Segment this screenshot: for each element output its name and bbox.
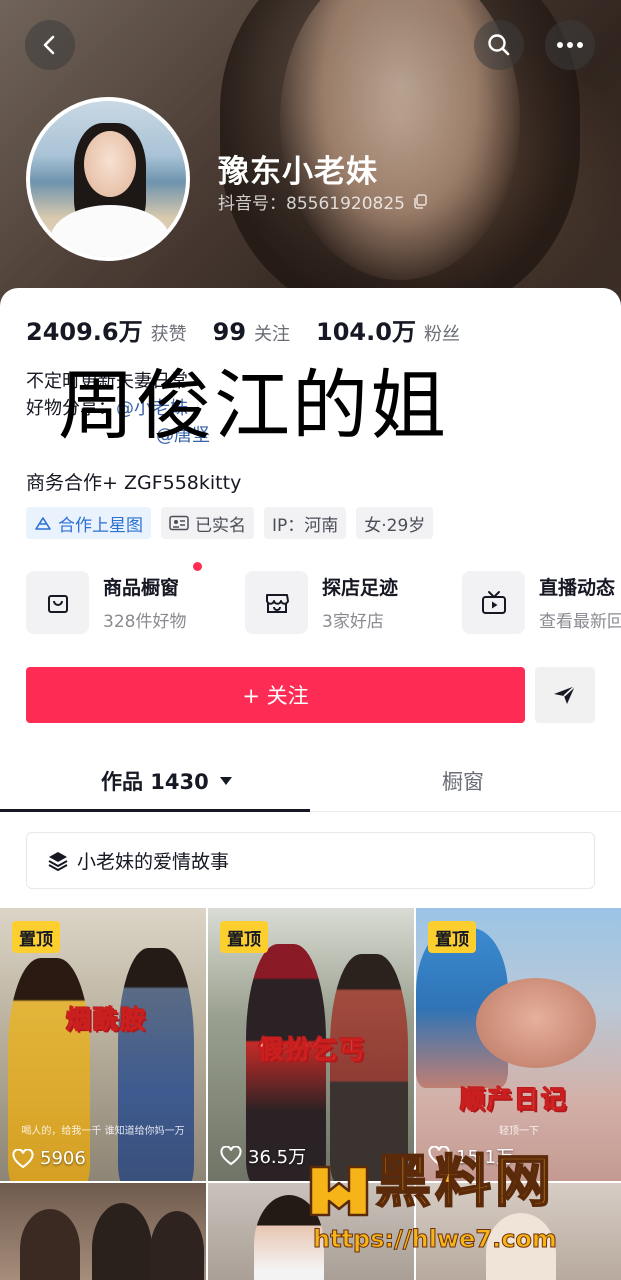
active-tab-indicator bbox=[0, 809, 310, 812]
copy-icon bbox=[414, 194, 427, 209]
username: 豫东小老妹 bbox=[218, 154, 378, 190]
video-subtitle: 轻顶一下 bbox=[499, 1126, 539, 1137]
more-button[interactable] bbox=[545, 20, 595, 70]
follow-button[interactable]: + 关注 bbox=[26, 667, 525, 723]
star-map-icon bbox=[35, 517, 51, 530]
pinned-badge: 置顶 bbox=[428, 921, 476, 953]
video-card[interactable]: 置顶 假扮乞丐 36.5万 bbox=[208, 908, 414, 1181]
video-card[interactable]: 置顶 烟酰胺 喝人的，给我一千 谁知道给你妈一万 5906 bbox=[0, 908, 206, 1181]
share-button[interactable] bbox=[535, 667, 595, 723]
service-store-visits[interactable]: 探店足迹 3家好店 bbox=[245, 571, 398, 634]
video-likes: 5906 bbox=[12, 1148, 86, 1169]
tag-gender-age: 女·29岁 bbox=[356, 507, 434, 539]
video-caption: 烟酰胺 bbox=[65, 1005, 148, 1035]
stat-likes[interactable]: 2409.6万 获赞 bbox=[26, 312, 187, 347]
watermark-url: https://hlwe7.com bbox=[313, 1225, 558, 1254]
tag-ip: IP：河南 bbox=[264, 507, 347, 539]
notification-dot bbox=[193, 562, 202, 571]
id-card-icon bbox=[169, 515, 189, 531]
video-caption: 顺产日记 bbox=[459, 1085, 569, 1115]
heart-icon bbox=[12, 1148, 34, 1168]
heart-icon bbox=[220, 1146, 242, 1166]
send-icon bbox=[554, 685, 576, 704]
stat-followers[interactable]: 104.0万 粉丝 bbox=[316, 312, 460, 347]
shopping-bag-icon bbox=[47, 594, 68, 613]
avatar[interactable] bbox=[26, 97, 190, 261]
tag-verified: 已实名 bbox=[161, 507, 254, 539]
search-button[interactable] bbox=[474, 20, 524, 70]
layers-icon bbox=[48, 851, 68, 871]
stats-row: 2409.6万 获赞 99 关注 104.0万 粉丝 bbox=[26, 312, 460, 347]
video-card[interactable]: 置顶 顺产日记 轻顶一下 15.1万 bbox=[416, 908, 621, 1181]
tag-star-cooperation[interactable]: 合作上星图 bbox=[26, 507, 151, 539]
more-dots-icon bbox=[557, 42, 583, 48]
pinned-badge: 置顶 bbox=[12, 921, 60, 953]
watermark: 黑料网 https://hlwe7.com bbox=[305, 1150, 605, 1265]
video-likes: 36.5万 bbox=[220, 1143, 306, 1169]
business-contact: 商务合作+ ZGF558kitty bbox=[26, 472, 242, 494]
douyin-id[interactable]: 抖音号：85561920825 bbox=[218, 189, 428, 214]
stat-following[interactable]: 99 关注 bbox=[213, 318, 290, 346]
caret-down-icon bbox=[219, 777, 232, 785]
collection-entry[interactable]: 小老妹的爱情故事 bbox=[26, 832, 595, 889]
douyin-id-text: 抖音号：85561920825 bbox=[218, 194, 405, 214]
watermark-logo-icon bbox=[309, 1165, 369, 1217]
tv-icon bbox=[481, 590, 506, 614]
chevron-left-icon bbox=[43, 35, 55, 55]
store-icon bbox=[265, 593, 289, 613]
video-card[interactable] bbox=[0, 1183, 206, 1280]
search-icon bbox=[488, 34, 510, 56]
profile-tags: 合作上星图 已实名 IP：河南 女·29岁 bbox=[26, 507, 434, 539]
tab-shop-window[interactable]: 橱窗 bbox=[442, 766, 484, 796]
video-subtitle: 喝人的，给我一千 谁知道给你妈一万 bbox=[21, 1126, 185, 1137]
service-live-replays[interactable]: 直播动态 查看最新回放 bbox=[462, 571, 621, 634]
profile-card: 2409.6万 获赞 99 关注 104.0万 粉丝 不定时更新夫妻日常 好物分… bbox=[0, 288, 621, 1280]
pinned-badge: 置顶 bbox=[220, 921, 268, 953]
tab-works[interactable]: 作品 1430 bbox=[101, 766, 233, 796]
back-button[interactable] bbox=[25, 20, 75, 70]
content-tabs: 作品 1430 橱窗 bbox=[0, 750, 621, 812]
service-shop-window[interactable]: 商品橱窗 328件好物 bbox=[26, 562, 202, 634]
service-entries: 商品橱窗 328件好物 探店足迹 3家好店 直播动态 查看最新回 bbox=[26, 562, 621, 641]
watermark-title: 黑料网 bbox=[374, 1150, 555, 1215]
overlay-text: 周俊江的姐 bbox=[58, 361, 448, 450]
video-caption: 假扮乞丐 bbox=[257, 1035, 367, 1065]
